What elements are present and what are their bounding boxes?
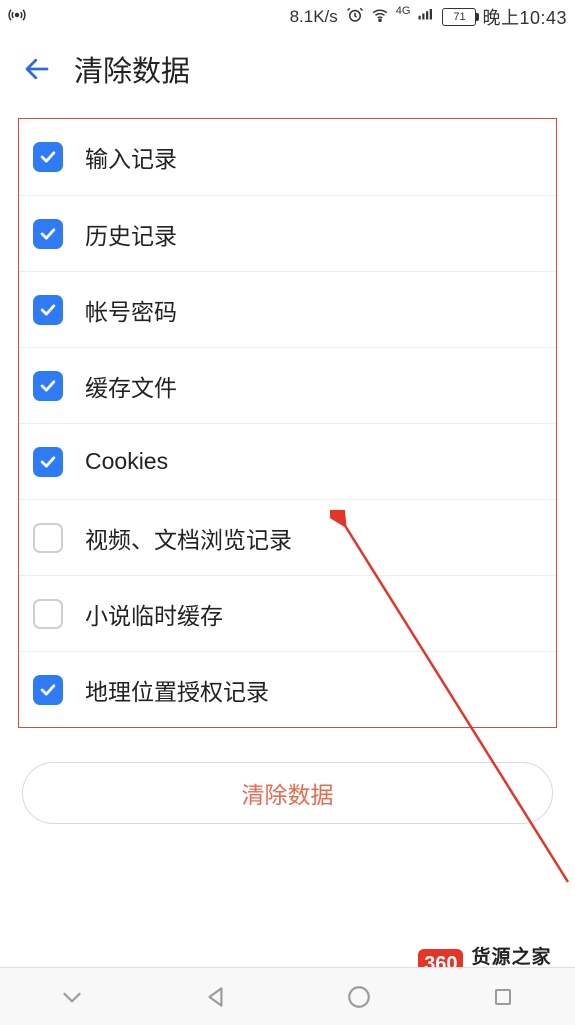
checkbox-checked-icon[interactable] xyxy=(33,142,63,172)
option-label: 地理位置授权记录 xyxy=(85,673,269,707)
clock: 晚上10:43 xyxy=(482,4,567,30)
hotspot-icon xyxy=(8,6,26,29)
option-label: 视频、文档浏览记录 xyxy=(85,521,292,555)
option-label: 小说临时缓存 xyxy=(85,597,223,631)
nav-hide-button[interactable] xyxy=(52,977,92,1017)
checkbox-unchecked-icon[interactable] xyxy=(33,523,63,553)
page-header: 清除数据 xyxy=(0,34,575,104)
battery-icon: 71 xyxy=(442,8,476,26)
option-row[interactable]: 缓存文件 xyxy=(19,347,556,423)
options-list: 输入记录历史记录帐号密码缓存文件 Cookies 视频、文档浏览记录小说临时缓存地理… xyxy=(18,118,557,728)
clear-data-label: 清除数据 xyxy=(242,776,334,810)
option-label: 输入记录 xyxy=(85,140,177,174)
checkbox-checked-icon[interactable] xyxy=(33,219,63,249)
clear-data-button[interactable]: 清除数据 xyxy=(22,762,553,824)
back-button[interactable] xyxy=(20,52,54,86)
watermark-text-cn: 货源之家 xyxy=(471,948,567,969)
option-label: Cookies xyxy=(85,448,168,475)
signal-icon xyxy=(416,6,436,29)
option-label: 缓存文件 xyxy=(85,369,177,403)
checkbox-checked-icon[interactable] xyxy=(33,295,63,325)
option-label: 历史记录 xyxy=(85,217,177,251)
nav-back-button[interactable] xyxy=(196,977,236,1017)
option-row[interactable]: 帐号密码 xyxy=(19,271,556,347)
checkbox-checked-icon[interactable] xyxy=(33,675,63,705)
option-row[interactable]: 地理位置授权记录 xyxy=(19,651,556,727)
wifi-icon xyxy=(370,6,390,29)
status-bar: 8.1K/s 4G 71 晚上10:43 xyxy=(0,0,575,34)
alarm-icon xyxy=(346,6,364,29)
system-nav-bar xyxy=(0,967,575,1025)
checkbox-checked-icon[interactable] xyxy=(33,447,63,477)
option-row[interactable]: Cookies xyxy=(19,423,556,499)
nav-recent-button[interactable] xyxy=(483,977,523,1017)
option-row[interactable]: 小说临时缓存 xyxy=(19,575,556,651)
option-label: 帐号密码 xyxy=(85,293,177,327)
page-title: 清除数据 xyxy=(74,48,190,90)
option-row[interactable]: 视频、文档浏览记录 xyxy=(19,499,556,575)
option-row[interactable]: 历史记录 xyxy=(19,195,556,271)
checkbox-checked-icon[interactable] xyxy=(33,371,63,401)
nav-home-button[interactable] xyxy=(339,977,379,1017)
network-speed: 8.1K/s xyxy=(290,7,338,27)
option-row[interactable]: 输入记录 xyxy=(19,119,556,195)
network-type: 4G xyxy=(396,6,411,17)
checkbox-unchecked-icon[interactable] xyxy=(33,599,63,629)
